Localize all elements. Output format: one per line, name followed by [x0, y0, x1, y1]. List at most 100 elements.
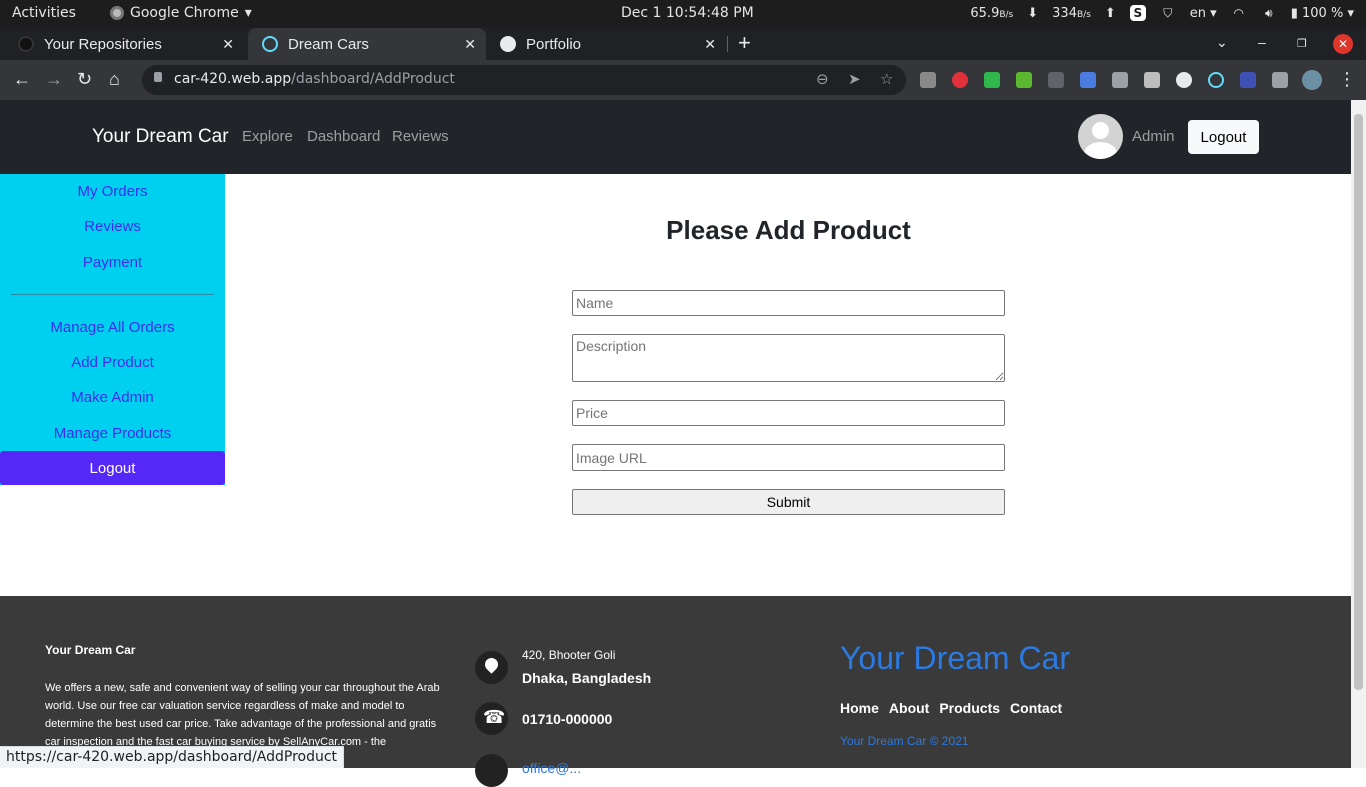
new-tab-button[interactable]: +	[738, 30, 751, 56]
language-indicator[interactable]: en ▾	[1190, 6, 1217, 21]
mail-icon	[475, 754, 508, 787]
tab-separator	[727, 36, 728, 52]
footer-link-contact[interactable]: Contact	[1010, 700, 1062, 716]
header-logout-button[interactable]: Logout	[1188, 120, 1259, 154]
back-arrow-icon[interactable]: ←	[13, 69, 31, 90]
footer-description: We offers a new, safe and convenient way…	[45, 682, 440, 748]
sidebar-item-my-orders[interactable]: My Orders	[0, 183, 225, 200]
nav-dashboard[interactable]: Dashboard	[307, 128, 380, 145]
dashboard-sidebar: My Orders Reviews Payment Manage All Ord…	[0, 174, 225, 485]
reload-icon[interactable]: ↻	[77, 69, 92, 90]
chrome-icon	[110, 6, 124, 20]
caret-down-icon: ▾	[244, 5, 252, 21]
footer-email[interactable]: office@...	[522, 760, 581, 776]
sidebar-divider	[11, 294, 214, 295]
footer-links: Home About Products Contact	[840, 700, 1062, 716]
send-icon[interactable]: ➤	[848, 70, 861, 88]
mail-extension-icon[interactable]	[920, 72, 936, 88]
dev-extension-icon[interactable]	[1176, 72, 1192, 88]
app-menu[interactable]: Google Chrome ▾	[110, 5, 252, 21]
profile-avatar[interactable]	[1302, 70, 1322, 90]
user-avatar	[1078, 114, 1123, 159]
sidebar-item-reviews[interactable]: Reviews	[0, 218, 225, 235]
browser-toolbar: ← → ↻ ⌂ car-420.web.app/dashboard/AddPro…	[0, 60, 1366, 100]
image-url-input[interactable]	[572, 444, 1005, 471]
sidebar-item-manage-products[interactable]: Manage Products	[0, 425, 225, 442]
footer-title: Your Dream Car	[45, 643, 136, 657]
shield-extension-icon[interactable]	[984, 72, 1000, 88]
footer-brand: Your Dream Car	[840, 640, 1071, 676]
react-icon	[262, 36, 278, 52]
tab-label: Dream Cars	[288, 35, 369, 53]
github-icon	[18, 36, 34, 52]
clock[interactable]: Dec 1 10:54:48 PM	[621, 5, 754, 21]
skype-icon[interactable]: S	[1129, 5, 1146, 21]
footer-address-line1: 420, Bhooter Goli	[522, 648, 616, 662]
extension-icon[interactable]	[1240, 72, 1256, 88]
page-scrollbar[interactable]	[1351, 100, 1366, 768]
description-textarea[interactable]	[572, 334, 1005, 382]
url-text[interactable]: car-420.web.app/dashboard/AddProduct	[174, 71, 455, 87]
system-tray[interactable]: 65.9B/s ⬇ 334B/s ⬆ S ⛉ en ▾ ◠ 🔊︎ ▮ 100 %…	[970, 5, 1354, 21]
tab-label: Portfolio	[526, 35, 582, 53]
avatar-head	[1092, 122, 1109, 139]
page-title: Please Add Product	[666, 215, 911, 245]
sidebar-item-payment[interactable]: Payment	[0, 254, 225, 271]
tab-search-icon[interactable]: ⌄	[1216, 34, 1228, 51]
puzzle-icon[interactable]	[1272, 72, 1288, 88]
submit-button[interactable]: Submit	[572, 489, 1005, 515]
translate-extension-icon[interactable]	[1080, 72, 1096, 88]
restore-icon[interactable]: ❐	[1297, 37, 1307, 50]
battery-indicator: ▮ 100 % ▾	[1290, 5, 1354, 21]
clipboard-extension-icon[interactable]	[1144, 72, 1160, 88]
cookie-extension-icon[interactable]	[1112, 72, 1128, 88]
home-icon[interactable]: ⌂	[109, 69, 120, 90]
download-extension-icon[interactable]	[1016, 72, 1032, 88]
user-name: Admin	[1132, 128, 1175, 145]
tab-portfolio[interactable]: Portfolio ✕	[486, 28, 726, 60]
upload-arrow-icon: ⬆	[1104, 5, 1116, 21]
activities-button[interactable]: Activities	[12, 5, 76, 21]
site-footer: Your Dream Car We offers a new, safe and…	[0, 596, 1351, 787]
tab-repositories[interactable]: Your Repositories ✕	[4, 28, 244, 60]
close-icon[interactable]: ✕	[464, 36, 476, 53]
scrollbar-thumb[interactable]	[1354, 114, 1363, 690]
bookmark-star-icon[interactable]: ☆	[880, 70, 893, 88]
react-devtools-icon[interactable]	[1208, 72, 1224, 88]
footer-link-home[interactable]: Home	[840, 700, 879, 716]
footer-copyright: Your Dream Car © 2021	[840, 734, 969, 748]
site-brand[interactable]: Your Dream Car	[92, 126, 229, 148]
sidebar-logout-button[interactable]: Logout	[0, 451, 225, 485]
zoom-icon[interactable]: ⊖	[816, 70, 829, 88]
nav-reviews[interactable]: Reviews	[392, 128, 449, 145]
tab-dream-cars[interactable]: Dream Cars ✕	[248, 28, 486, 60]
wifi-icon: ◠	[1233, 6, 1244, 20]
nav-explore[interactable]: Explore	[242, 128, 293, 145]
footer-phone: 01710-000000	[522, 711, 613, 727]
footer-address-line2: Dhaka, Bangladesh	[522, 670, 652, 686]
phone-icon	[475, 702, 508, 735]
tab-label: Your Repositories	[44, 35, 162, 53]
footer-link-about[interactable]: About	[889, 700, 929, 716]
name-input[interactable]	[572, 290, 1005, 316]
system-top-bar: Activities Google Chrome ▾ Dec 1 10:54:4…	[0, 0, 1366, 28]
address-bar[interactable]: car-420.web.app/dashboard/AddProduct ⊖ ➤…	[142, 65, 906, 95]
close-icon[interactable]: ✕	[222, 36, 234, 53]
shield-icon[interactable]: ⛉	[1160, 5, 1176, 21]
location-pin-icon	[475, 651, 508, 684]
volume-icon: 🔊︎	[1264, 6, 1273, 20]
net-down-speed: 65.9B/s	[970, 5, 1014, 21]
sidebar-item-add-product[interactable]: Add Product	[0, 354, 225, 371]
close-icon[interactable]: ✕	[704, 36, 716, 53]
forward-arrow-icon[interactable]: →	[45, 69, 63, 90]
window-close-icon[interactable]: ✕	[1333, 34, 1353, 54]
price-input[interactable]	[572, 400, 1005, 426]
sidebar-item-make-admin[interactable]: Make Admin	[0, 389, 225, 406]
footer-link-products[interactable]: Products	[939, 700, 1000, 716]
minimize-icon[interactable]: –	[1258, 34, 1266, 50]
script-extension-icon[interactable]	[1048, 72, 1064, 88]
kebab-menu-icon[interactable]: ⋮	[1338, 69, 1356, 90]
sidebar-item-manage-all-orders[interactable]: Manage All Orders	[0, 319, 225, 336]
lock-icon	[154, 72, 162, 82]
adblock-extension-icon[interactable]	[952, 72, 968, 88]
